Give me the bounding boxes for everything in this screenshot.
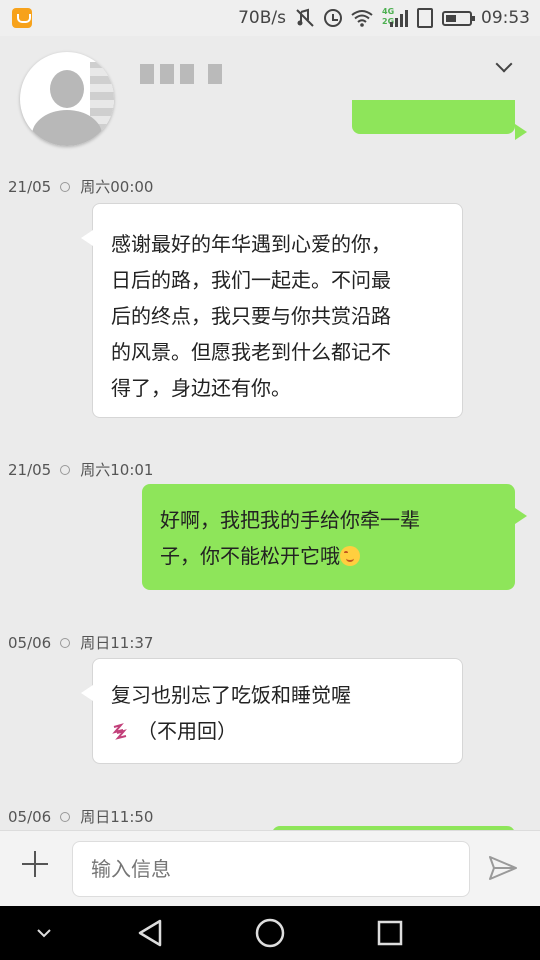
message-line: 子，你不能松开它哦 [160,544,340,568]
app-notification-icon [12,8,32,28]
send-icon[interactable] [488,855,518,881]
message-timestamp: 21/05 周六00:00 [8,176,153,197]
chevron-down-icon[interactable] [495,55,513,73]
recent-apps-icon[interactable] [350,906,430,960]
timestamp-day: 周日11:50 [80,808,154,826]
home-icon[interactable] [230,906,310,960]
message-line: 的风景。但愿我老到什么都记不 [111,340,391,364]
timestamp-date: 05/06 [8,633,52,652]
network-speed: 70B/s [238,8,286,28]
timestamp-date: 05/06 [8,807,52,826]
battery-icon [442,10,475,26]
message-bubble-outgoing-partial[interactable] [352,100,527,140]
timestamp-date: 21/05 [8,460,52,479]
message-line: 日后的路，我们一起走。不问最 [111,268,391,292]
smile-emoji-icon [340,546,360,566]
message-line: 后的终点，我只要与你共赏沿路 [111,304,391,328]
input-bar [0,830,540,907]
status-bar: 70B/s 4G 2G 09:53 [0,0,540,36]
message-line: 复习也别忘了吃饭和睡觉喔 [111,683,351,707]
timestamp-day: 周六00:00 [80,178,154,196]
message-line: 好啊，我把我的手给你牵一辈 [160,508,420,532]
sim-icon [417,8,433,28]
message-line: （不用回） [137,719,237,743]
plus-icon[interactable] [22,851,48,877]
message-line: 得了，身边还有你。 [111,376,291,400]
avatar[interactable] [20,52,114,146]
chevron-down-icon[interactable] [4,906,84,960]
signal-icon: 4G 2G [382,7,408,29]
wifi-icon [351,9,373,27]
message-timestamp: 21/05 周六10:01 [8,459,153,480]
clock: 09:53 [481,8,530,28]
back-icon[interactable] [110,906,190,960]
sleep-zzz-emoji-icon [112,723,127,740]
message-line: 感谢最好的年华遇到心爱的你， [111,232,391,256]
message-bubble-outgoing[interactable]: 好啊，我把我的手给你牵一辈 子，你不能松开它哦 [142,484,527,590]
contact-name-redacted [140,64,222,84]
message-timestamp: 05/06 周日11:37 [8,632,153,653]
timestamp-day: 周六10:01 [80,461,154,479]
alarm-icon [324,9,342,27]
message-input[interactable] [72,841,470,897]
message-bubble-incoming[interactable]: 感谢最好的年华遇到心爱的你， 日后的路，我们一起走。不问最 后的终点，我只要与你… [81,203,463,418]
message-timestamp: 05/06 周日11:50 [8,806,153,827]
status-icons: 70B/s 4G 2G 09:53 [238,0,530,36]
mute-icon [295,8,315,28]
message-bubble-incoming[interactable]: 复习也别忘了吃饭和睡觉喔 （不用回） [81,658,463,764]
timestamp-day: 周日11:37 [80,634,154,652]
navigation-bar [0,906,540,960]
timestamp-date: 21/05 [8,177,52,196]
